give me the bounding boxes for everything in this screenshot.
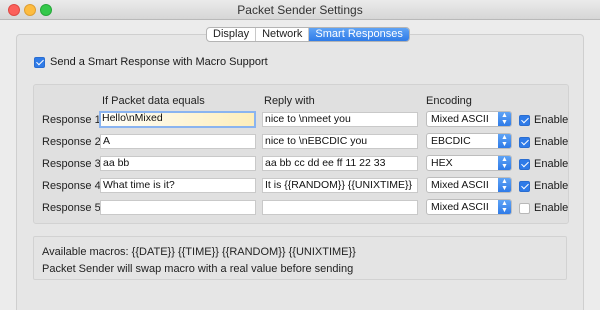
response-1-encoding-value: Mixed ASCII [431,113,489,125]
response-1-enable-checkbox[interactable] [519,114,530,126]
response-5-encoding-value: Mixed ASCII [431,201,489,213]
response-4-enable[interactable]: Enable [519,180,568,192]
response-4-reply-input[interactable]: It is {{RANDOM}} {{UNIXTIME}} [262,178,418,193]
chevron-updown-icon: ▲ ▼ [498,178,511,192]
response-1-enable-label: Enable [534,114,569,126]
response-2-label: Response 2 [42,136,101,148]
response-3-enable-label: Enable [534,158,569,170]
chevron-updown-icon: ▲ ▼ [498,112,511,126]
tab-bar: Display Network Smart Responses [206,27,410,42]
response-2-enable-checkbox[interactable] [519,136,530,148]
header-encoding: Encoding [426,95,472,107]
smart-response-label: Send a Smart Response with Macro Support [50,56,268,68]
response-5-enable-label: Enable [534,202,569,214]
response-1-enable[interactable]: Enable [519,114,568,126]
response-2-match-input[interactable]: A [100,134,256,149]
response-2-encoding-value: EBCDIC [431,135,471,147]
title-bar: Packet Sender Settings [0,0,600,20]
response-3-match-input[interactable]: aa bb [100,156,256,171]
header-if-packet: If Packet data equals [102,95,205,107]
response-1-match-input[interactable]: Hello\nMixed [99,111,256,128]
response-3-enable[interactable]: Enable [519,158,568,170]
smart-response-checkbox[interactable] [34,56,45,68]
response-3-enable-checkbox[interactable] [519,158,530,170]
response-3-encoding-select[interactable]: HEX ▲ ▼ [426,155,512,171]
response-4-encoding-select[interactable]: Mixed ASCII ▲ ▼ [426,177,512,193]
chevron-updown-icon: ▲ ▼ [498,156,511,170]
response-4-match-input[interactable]: What time is it? [100,178,256,193]
response-3-label: Response 3 [42,158,101,170]
window-title: Packet Sender Settings [237,3,363,17]
tab-smart-responses[interactable]: Smart Responses [309,28,409,41]
response-5-encoding-select[interactable]: Mixed ASCII ▲ ▼ [426,199,512,215]
response-4-label: Response 4 [42,180,101,192]
smart-response-option[interactable]: Send a Smart Response with Macro Support [34,56,268,68]
response-1-encoding-select[interactable]: Mixed ASCII ▲ ▼ [426,111,512,127]
response-5-match-input[interactable] [100,200,256,215]
response-5-label: Response 5 [42,202,101,214]
response-1-reply-input[interactable]: nice to \nmeet you [262,112,418,127]
response-1-label: Response 1 [42,114,101,126]
chevron-updown-icon: ▲ ▼ [498,200,511,214]
response-5-enable-checkbox[interactable] [519,202,530,214]
macros-available-text: Available macros: {{DATE}} {{TIME}} {{RA… [42,246,356,258]
response-4-enable-checkbox[interactable] [519,180,530,192]
response-2-enable-label: Enable [534,136,569,148]
response-4-encoding-value: Mixed ASCII [431,179,489,191]
response-3-reply-input[interactable]: aa bb cc dd ee ff 11 22 33 [262,156,418,171]
response-5-enable[interactable]: Enable [519,202,568,214]
chevron-updown-icon: ▲ ▼ [498,134,511,148]
response-5-reply-input[interactable] [262,200,418,215]
header-reply-with: Reply with [264,95,315,107]
tab-network[interactable]: Network [256,28,310,41]
response-2-encoding-select[interactable]: EBCDIC ▲ ▼ [426,133,512,149]
macros-swap-note: Packet Sender will swap macro with a rea… [42,263,354,275]
response-4-enable-label: Enable [534,180,569,192]
response-2-enable[interactable]: Enable [519,136,568,148]
tab-display[interactable]: Display [207,28,257,41]
response-2-reply-input[interactable]: nice to \nEBCDIC you [262,134,418,149]
response-3-encoding-value: HEX [431,157,453,169]
